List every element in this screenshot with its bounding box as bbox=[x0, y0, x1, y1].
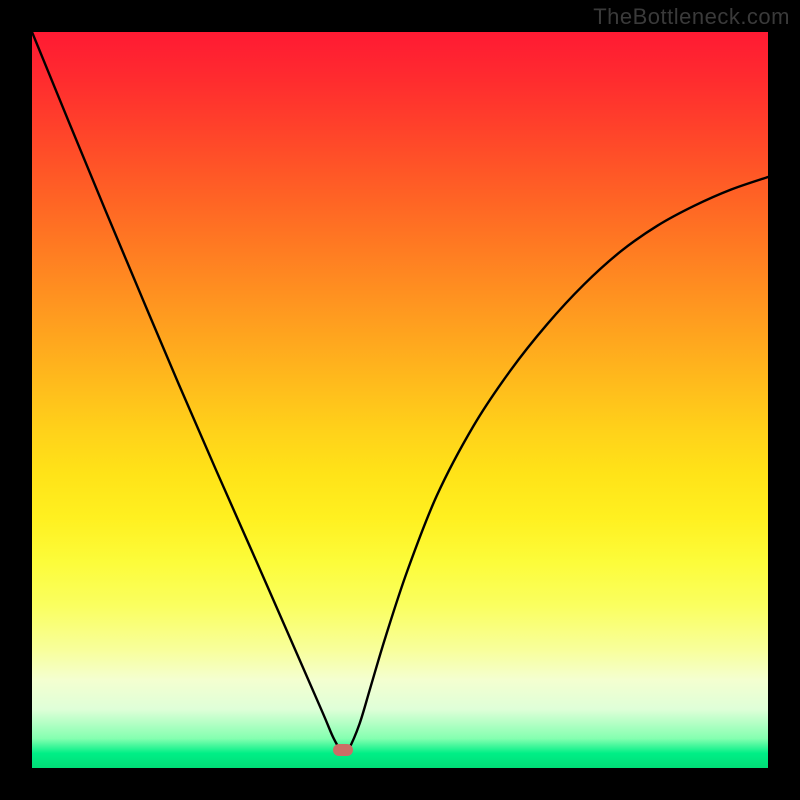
bottleneck-marker bbox=[333, 744, 353, 756]
chart-frame: TheBottleneck.com bbox=[0, 0, 800, 800]
watermark-text: TheBottleneck.com bbox=[593, 4, 790, 30]
plot-area bbox=[32, 32, 768, 768]
curve-line bbox=[32, 32, 768, 768]
